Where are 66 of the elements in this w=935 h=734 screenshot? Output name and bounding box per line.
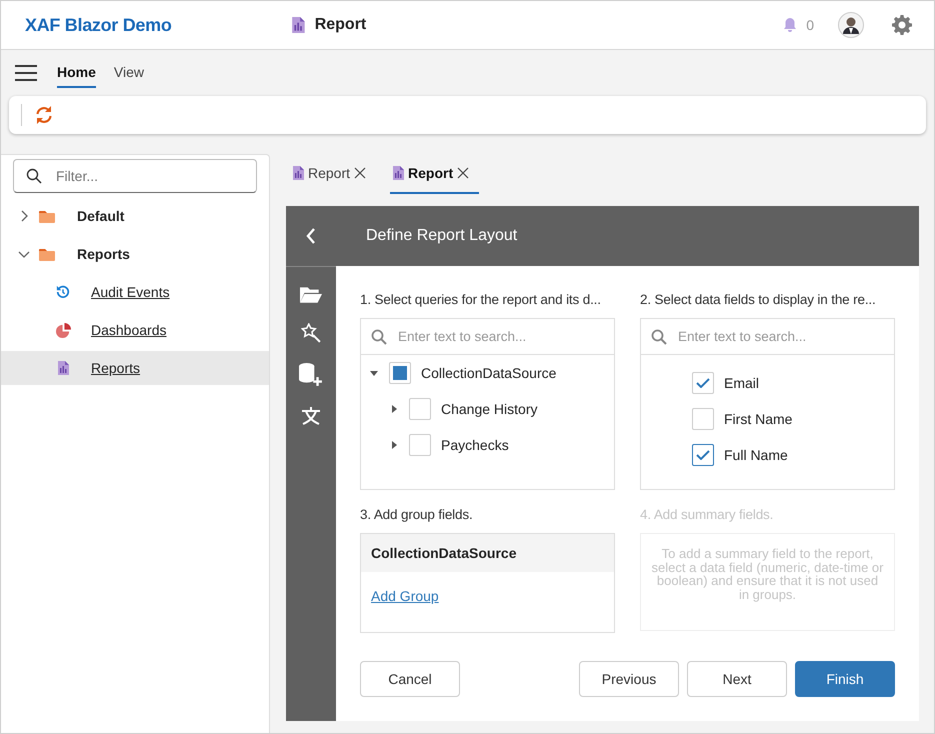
add-group-link[interactable]: Add Group [371,588,439,604]
pie-chart-icon [56,322,70,338]
wizard-button[interactable]: Cancel [360,661,460,697]
nav-group[interactable]: Reports [1,237,269,271]
nav-item[interactable]: Reports [1,351,269,385]
report-icon [392,166,404,180]
summary-hint: To add a summary field to the report, select a data field (numeric, date-time or boolean) and ensure that it is not used in groups. [640,533,895,631]
ribbon-tab[interactable]: View [114,58,144,88]
filter-field[interactable]: Filter... [13,159,257,193]
settings-icon[interactable] [892,15,912,35]
step-label: 3. Add group fields. [360,507,474,522]
checkbox[interactable] [409,398,431,420]
collapsed-triangle-icon[interactable] [390,441,398,449]
nav-group[interactable]: Default [1,199,269,233]
report-icon [57,361,69,375]
field-name: First Name [724,411,792,427]
folder-icon [39,248,55,260]
translate-icon[interactable] [301,407,321,425]
query-name: Paychecks [441,437,509,453]
field-name: Full Name [724,447,788,463]
check-icon [696,378,710,388]
document-tab[interactable]: Report [390,154,480,194]
step-label: 1. Select queries for the report and its d... [360,292,602,307]
checkbox[interactable] [389,362,411,384]
folder-icon [39,210,55,222]
query-name: CollectionDataSource [421,365,556,381]
data-source-header: CollectionDataSource [361,534,614,572]
report-icon [291,17,305,33]
app-title: XAF Blazor Demo [25,14,173,36]
checkbox[interactable] [692,444,714,466]
close-icon[interactable] [457,167,470,179]
document-tab[interactable]: Report [292,154,372,194]
finish-button[interactable]: Finish [795,661,895,697]
check-icon [696,450,710,460]
search-icon [651,328,667,344]
history-icon [56,285,70,299]
ribbon-tab[interactable]: Home [57,58,96,88]
checkbox[interactable] [692,408,714,430]
search-icon [26,168,42,184]
wizard-title: Define Report Layout [366,227,518,245]
checkbox[interactable] [409,434,431,456]
magic-wand-icon[interactable] [301,323,321,343]
back-icon [306,228,316,244]
search-icon [371,328,387,344]
step-label: 4. Add summary fields. [640,507,774,522]
notification-count: 0 [806,17,814,33]
menu-icon [15,65,37,81]
refresh-icon[interactable] [34,105,54,125]
open-folder-icon[interactable] [300,285,322,303]
page-title: Report [314,16,366,34]
filter-input[interactable]: Filter... [54,167,256,185]
checkbox[interactable] [692,372,714,394]
close-icon[interactable] [354,167,366,179]
expanded-triangle-icon[interactable] [370,369,378,377]
collapsed-triangle-icon[interactable] [390,405,398,413]
wizard-button[interactable]: Next [687,661,787,697]
query-name: Change History [441,401,538,417]
step-label: 2. Select data fields to display in the re... [640,292,877,307]
nav-item[interactable]: Dashboards [1,313,269,347]
database-add-icon[interactable] [299,363,323,387]
field-name: Email [724,375,760,391]
report-icon [292,166,304,180]
menu-button[interactable] [15,65,37,81]
nav-item[interactable]: Audit Events [1,275,269,309]
avatar[interactable] [838,12,864,38]
wizard-button[interactable]: Previous [579,661,679,697]
